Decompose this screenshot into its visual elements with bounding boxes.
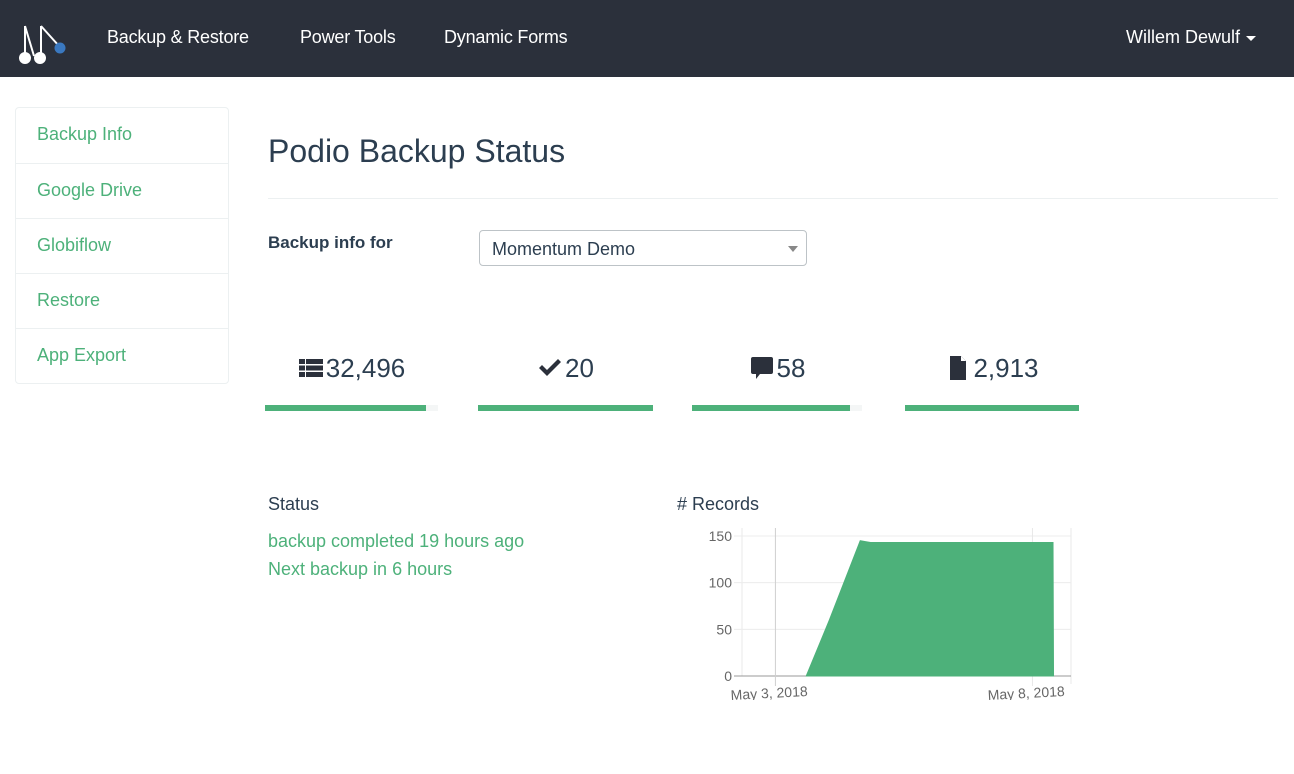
select-value: Momentum Demo [492,239,636,259]
status-last-backup: backup completed 19 hours ago [268,531,525,551]
page-title: Podio Backup Status [268,133,566,169]
sidebar-item-app-export[interactable]: App Export [16,328,228,383]
top-navbar: Backup & Restore Power Tools Dynamic For… [0,0,1294,77]
caret-down-icon [1246,35,1256,41]
file-icon [950,356,967,380]
stat-value: 2,913 [973,352,1039,383]
backup-source-select[interactable]: Momentum Demo [479,230,807,266]
sidebar: Backup Info Google Drive Globiflow Resto… [15,107,229,384]
user-menu[interactable]: Willem Dewulf [1126,27,1256,48]
progress-bar [905,405,1079,411]
stat-value: 32,496 [325,352,406,383]
y-tick-label: 0 [724,668,732,684]
comment-icon [750,357,773,379]
pendulum-logo-icon[interactable] [16,22,70,66]
x-tick-label: May 3, 2018 [730,683,808,700]
nav-power-tools[interactable]: Power Tools [300,27,396,48]
sidebar-item-globiflow[interactable]: Globiflow [16,218,228,273]
progress-bar [265,405,438,411]
y-tick-label: 100 [709,575,733,591]
records-area-chart: 0 50 100 150 May 3, 2018 May 8, 2018 [709,528,1072,700]
chevron-down-icon [788,246,798,252]
area-series-records [805,540,1055,677]
user-name: Willem Dewulf [1125,27,1240,47]
progress-bar [478,405,653,411]
backup-info-for-label: Backup info for [268,233,393,252]
status-next-backup: Next backup in 6 hours [268,559,453,579]
stat-tasks: 20 [478,350,653,420]
x-tick-label: May 8, 2018 [987,683,1065,700]
nav-backup-restore[interactable]: Backup & Restore [107,27,249,48]
check-icon [539,359,562,376]
stat-files: 2,913 [905,350,1079,420]
title-divider [268,198,1278,199]
stat-comments: 58 [692,350,862,420]
sidebar-item-restore[interactable]: Restore [16,273,228,328]
progress-bar [692,405,862,411]
stat-items: 32,496 [265,350,438,420]
y-tick-label: 50 [716,621,732,637]
sidebar-item-google-drive[interactable]: Google Drive [16,163,228,218]
nav-dynamic-forms[interactable]: Dynamic Forms [444,27,568,48]
progress-fill [265,405,426,411]
sidebar-item-backup-info[interactable]: Backup Info [16,108,228,163]
status-label: Status [268,494,320,514]
stat-value: 20 [565,352,594,383]
y-tick-label: 150 [709,528,733,544]
stat-value: 58 [776,352,806,383]
progress-fill [478,405,653,411]
list-icon [298,359,323,377]
progress-fill [905,405,1079,411]
progress-fill [692,405,851,411]
chart-title: # Records [677,494,760,514]
